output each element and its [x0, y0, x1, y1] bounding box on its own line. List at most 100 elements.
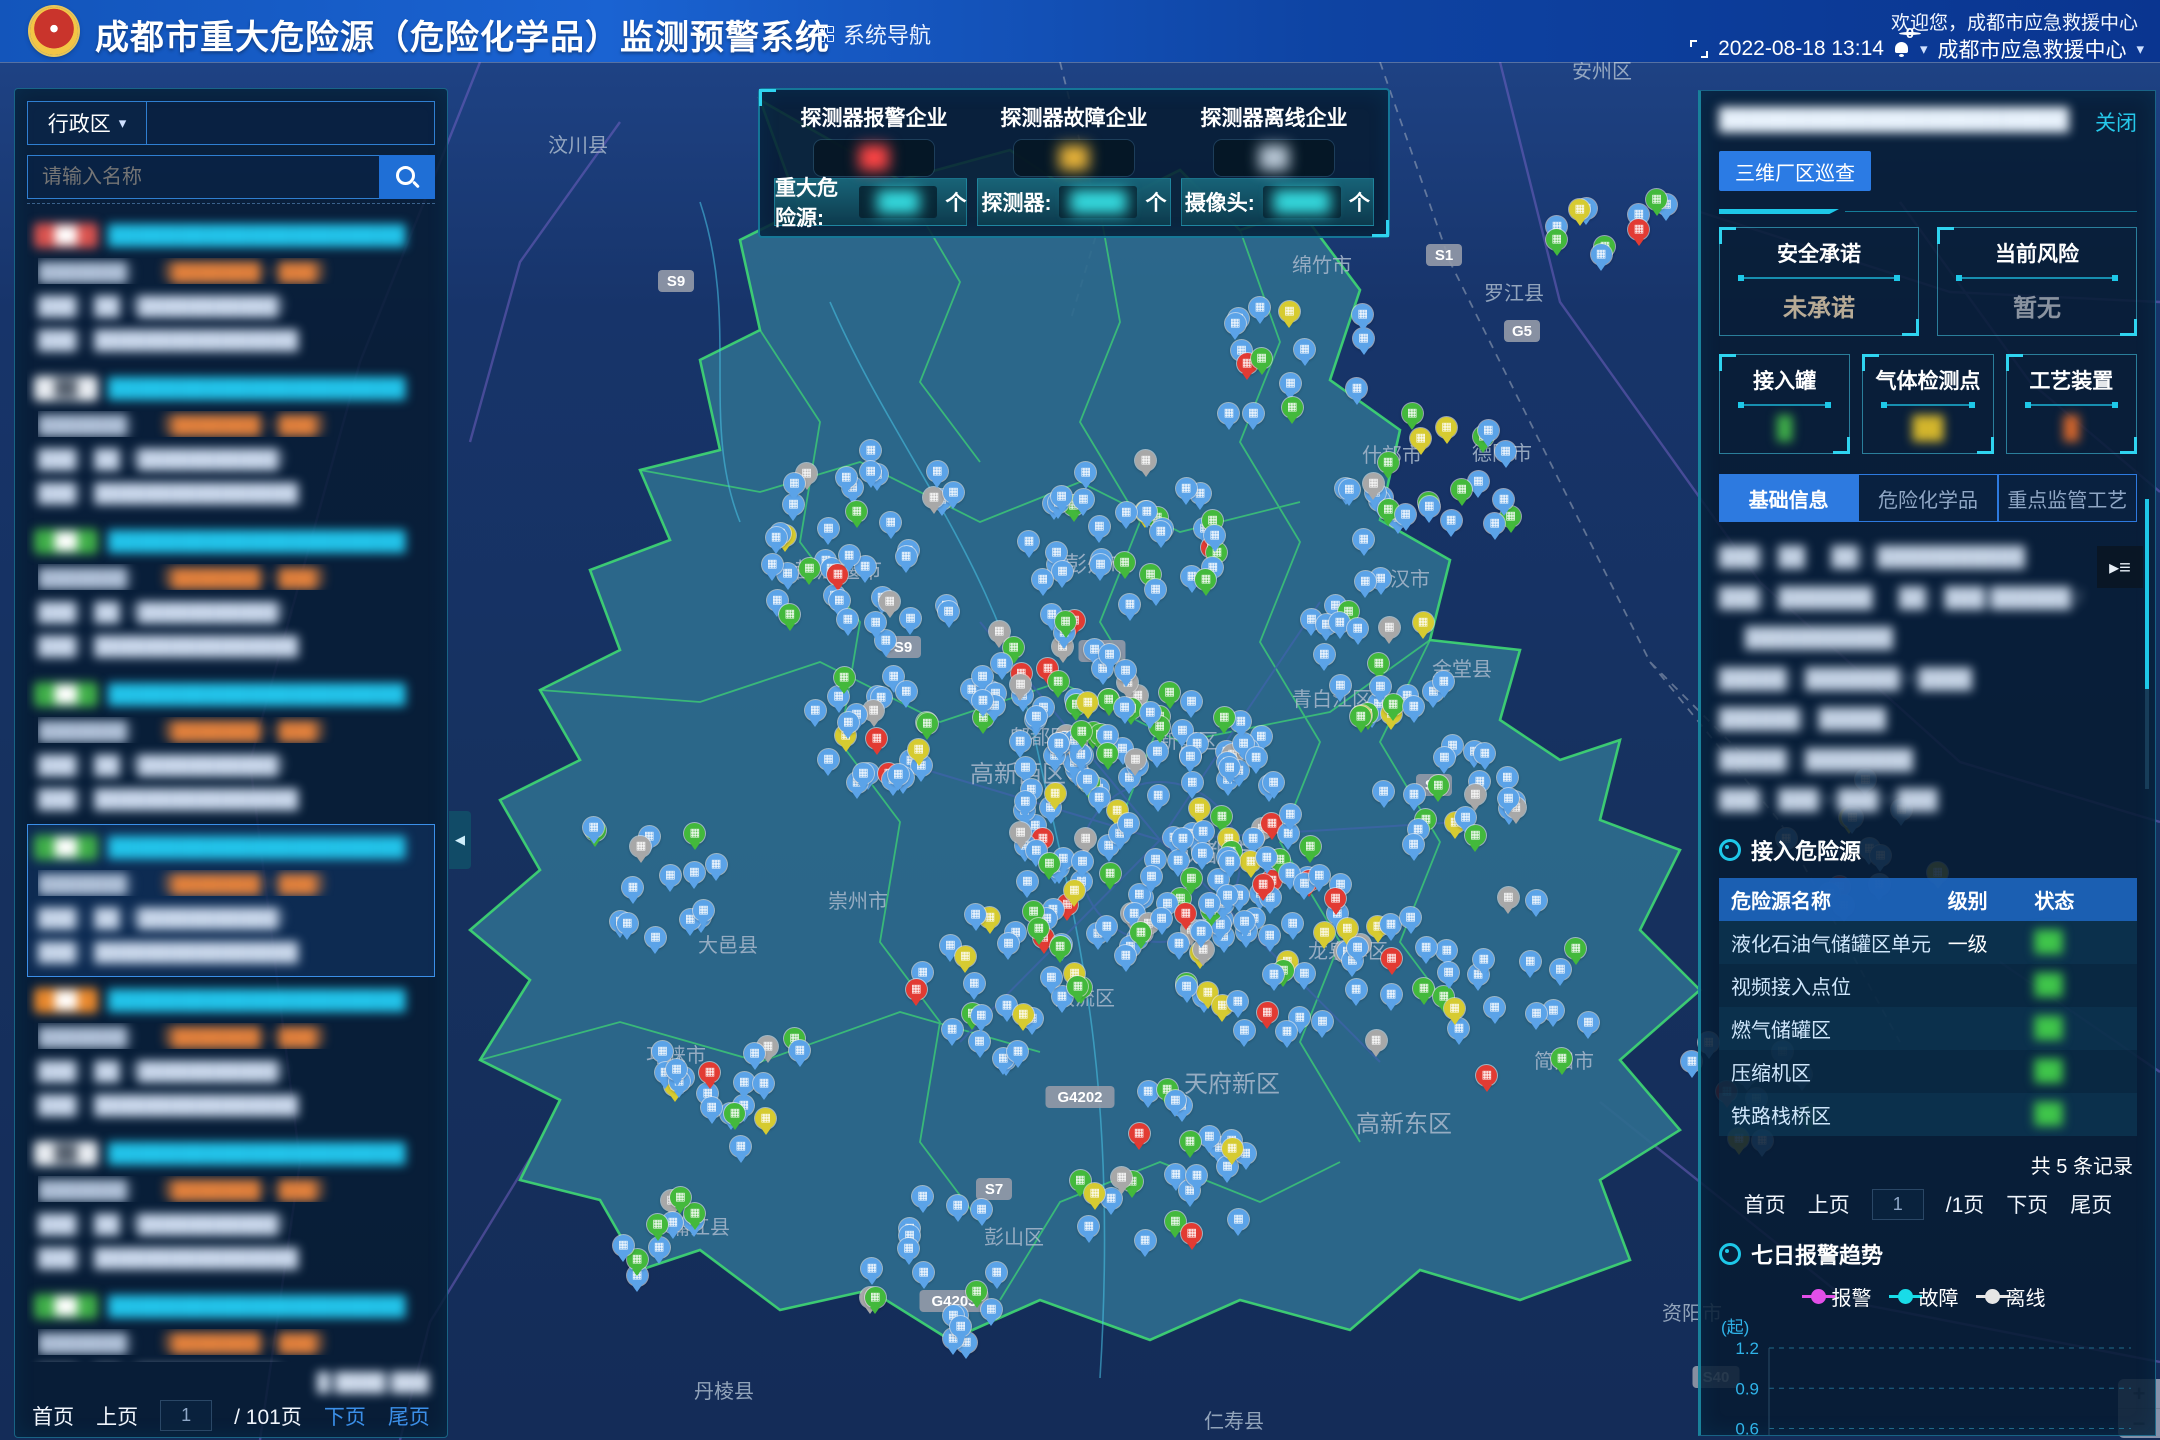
- map-marker-pin[interactable]: ▦: [966, 1281, 987, 1302]
- map-marker-pin[interactable]: ▦: [1204, 525, 1225, 546]
- map-marker-pin[interactable]: ▦: [938, 601, 959, 622]
- system-nav-button[interactable]: 系统导航: [818, 18, 931, 50]
- legend-item-报警[interactable]: 报警: [1811, 1282, 1872, 1311]
- map-marker-pin[interactable]: ▦: [1646, 189, 1667, 210]
- map-marker-pin[interactable]: ▦: [818, 749, 839, 770]
- map-marker-pin[interactable]: ▦: [1051, 486, 1072, 507]
- map-marker-pin[interactable]: ▦: [1428, 775, 1449, 796]
- map-marker-pin[interactable]: ▦: [1400, 907, 1421, 928]
- map-marker-pin[interactable]: ▦: [1017, 871, 1038, 892]
- map-marker-pin[interactable]: ▦: [917, 713, 938, 734]
- map-marker-pin[interactable]: ▦: [1015, 757, 1036, 778]
- map-marker-pin[interactable]: ▦: [838, 712, 859, 733]
- map-marker-pin[interactable]: ▦: [784, 473, 805, 494]
- map-marker-pin[interactable]: ▦: [613, 1235, 634, 1256]
- map-marker-pin[interactable]: ▦: [645, 927, 666, 948]
- map-marker-pin[interactable]: ▦: [670, 1187, 691, 1208]
- map-marker-pin[interactable]: ▦: [1114, 697, 1135, 718]
- table-row[interactable]: 液化石油气储罐区单元一级██: [1719, 921, 2137, 964]
- map-marker-pin[interactable]: ▦: [1346, 979, 1367, 1000]
- map-marker-pin[interactable]: ▦: [1180, 746, 1201, 767]
- region-filter-select[interactable]: 行政区▾: [27, 101, 147, 145]
- map-marker-pin[interactable]: ▦: [829, 590, 850, 611]
- tab-1[interactable]: 危险化学品: [1858, 474, 1997, 522]
- page-last[interactable]: 尾页: [2070, 1189, 2112, 1219]
- map-marker-pin[interactable]: ▦: [1294, 963, 1315, 984]
- map-marker-pin[interactable]: ▦: [1550, 959, 1571, 980]
- enterprise-list-item[interactable]: ██████████████████████████████：【███████－…: [27, 1283, 435, 1362]
- map-marker-pin[interactable]: ▦: [1257, 1002, 1278, 1023]
- page-prev[interactable]: 上页: [96, 1401, 138, 1431]
- map-marker-pin[interactable]: ▦: [1234, 1020, 1255, 1041]
- map-marker-pin[interactable]: ▦: [1045, 783, 1066, 804]
- page-first[interactable]: 首页: [1744, 1189, 1786, 1219]
- map-marker-pin[interactable]: ▦: [1497, 767, 1518, 788]
- map-marker-pin[interactable]: ▦: [1383, 694, 1404, 715]
- map-marker-pin[interactable]: ▦: [1282, 397, 1303, 418]
- map-marker-pin[interactable]: ▦: [1114, 552, 1135, 573]
- map-marker-pin[interactable]: ▦: [1347, 937, 1368, 958]
- map-marker-pin[interactable]: ▦: [971, 1005, 992, 1026]
- map-marker-pin[interactable]: ▦: [1378, 452, 1399, 473]
- map-marker-pin[interactable]: ▦: [1075, 462, 1096, 483]
- page-first[interactable]: 首页: [32, 1401, 74, 1431]
- map-marker-pin[interactable]: ▦: [896, 546, 917, 567]
- map-marker-pin[interactable]: ▦: [1129, 1123, 1150, 1144]
- map-marker-pin[interactable]: ▦: [1214, 707, 1235, 728]
- map-marker-pin[interactable]: ▦: [1243, 403, 1264, 424]
- map-marker-pin[interactable]: ▦: [865, 1287, 886, 1308]
- table-row[interactable]: 视频接入点位██: [1719, 964, 2137, 1007]
- map-marker-pin[interactable]: ▦: [706, 854, 727, 875]
- map-marker-pin[interactable]: ▦: [900, 608, 921, 629]
- map-marker-pin[interactable]: ▦: [1100, 863, 1121, 884]
- map-marker-pin[interactable]: ▦: [1350, 706, 1371, 727]
- map-marker-pin[interactable]: ▦: [1419, 496, 1440, 517]
- map-marker-pin[interactable]: ▦: [1546, 229, 1567, 250]
- org-dropdown[interactable]: 成都市应急救援中心: [1937, 34, 2126, 64]
- enterprise-list-item[interactable]: ██████████████████████████████：【███████－…: [27, 1130, 435, 1283]
- map-marker-pin[interactable]: ▦: [1279, 301, 1300, 322]
- map-marker-pin[interactable]: ▦: [734, 1072, 755, 1093]
- map-marker-pin[interactable]: ▦: [942, 1019, 963, 1040]
- map-marker-pin[interactable]: ▦: [1493, 489, 1514, 510]
- map-marker-pin[interactable]: ▦: [1434, 747, 1455, 768]
- map-marker-pin[interactable]: ▦: [766, 527, 787, 548]
- map-marker-pin[interactable]: ▦: [1140, 702, 1161, 723]
- map-marker-pin[interactable]: ▦: [1300, 836, 1321, 857]
- map-marker-pin[interactable]: ▦: [1227, 991, 1248, 1012]
- map-marker-pin[interactable]: ▦: [943, 482, 964, 503]
- map-marker-pin[interactable]: ▦: [762, 554, 783, 575]
- map-marker-pin[interactable]: ▦: [1039, 853, 1060, 874]
- map-marker-pin[interactable]: ▦: [1118, 813, 1139, 834]
- map-marker-pin[interactable]: ▦: [1010, 731, 1031, 752]
- map-marker-pin[interactable]: ▦: [927, 461, 948, 482]
- map-marker-pin[interactable]: ▦: [1180, 1131, 1201, 1152]
- map-marker-pin[interactable]: ▦: [888, 764, 909, 785]
- map-marker-pin[interactable]: ▦: [1096, 916, 1117, 937]
- search-button[interactable]: [379, 155, 435, 199]
- map-marker-pin[interactable]: ▦: [1246, 747, 1267, 768]
- map-marker-pin[interactable]: ▦: [971, 1199, 992, 1220]
- map-marker-pin[interactable]: ▦: [1055, 611, 1076, 632]
- map-marker-pin[interactable]: ▦: [630, 836, 651, 857]
- table-row[interactable]: 铁路栈桥区██: [1719, 1093, 2137, 1136]
- map-marker-pin[interactable]: ▦: [1073, 489, 1094, 510]
- legend-item-故障[interactable]: 故障: [1898, 1282, 1959, 1311]
- page-input[interactable]: [1872, 1189, 1924, 1220]
- map-marker-pin[interactable]: ▦: [1413, 612, 1434, 633]
- map-marker-pin[interactable]: ▦: [1026, 706, 1047, 727]
- map-marker-pin[interactable]: ▦: [1078, 1216, 1099, 1237]
- map-marker-pin[interactable]: ▦: [1395, 504, 1416, 525]
- region-filter-value[interactable]: [147, 101, 435, 145]
- map-marker-pin[interactable]: ▦: [1370, 676, 1391, 697]
- map-marker-pin[interactable]: ▦: [652, 1041, 673, 1062]
- enterprise-list-item[interactable]: ██████████████████████████████：【███████－…: [27, 518, 435, 671]
- fullscreen-icon[interactable]: [1690, 40, 1708, 58]
- map-marker-pin[interactable]: ▦: [1438, 962, 1459, 983]
- map-marker-pin[interactable]: ▦: [818, 518, 839, 539]
- page-next[interactable]: 下页: [2006, 1189, 2048, 1219]
- map-marker-pin[interactable]: ▦: [1015, 791, 1036, 812]
- map-marker-pin[interactable]: ▦: [1251, 348, 1272, 369]
- map-marker-pin[interactable]: ▦: [1282, 913, 1303, 934]
- legend-item-离线[interactable]: 离线: [1985, 1282, 2046, 1311]
